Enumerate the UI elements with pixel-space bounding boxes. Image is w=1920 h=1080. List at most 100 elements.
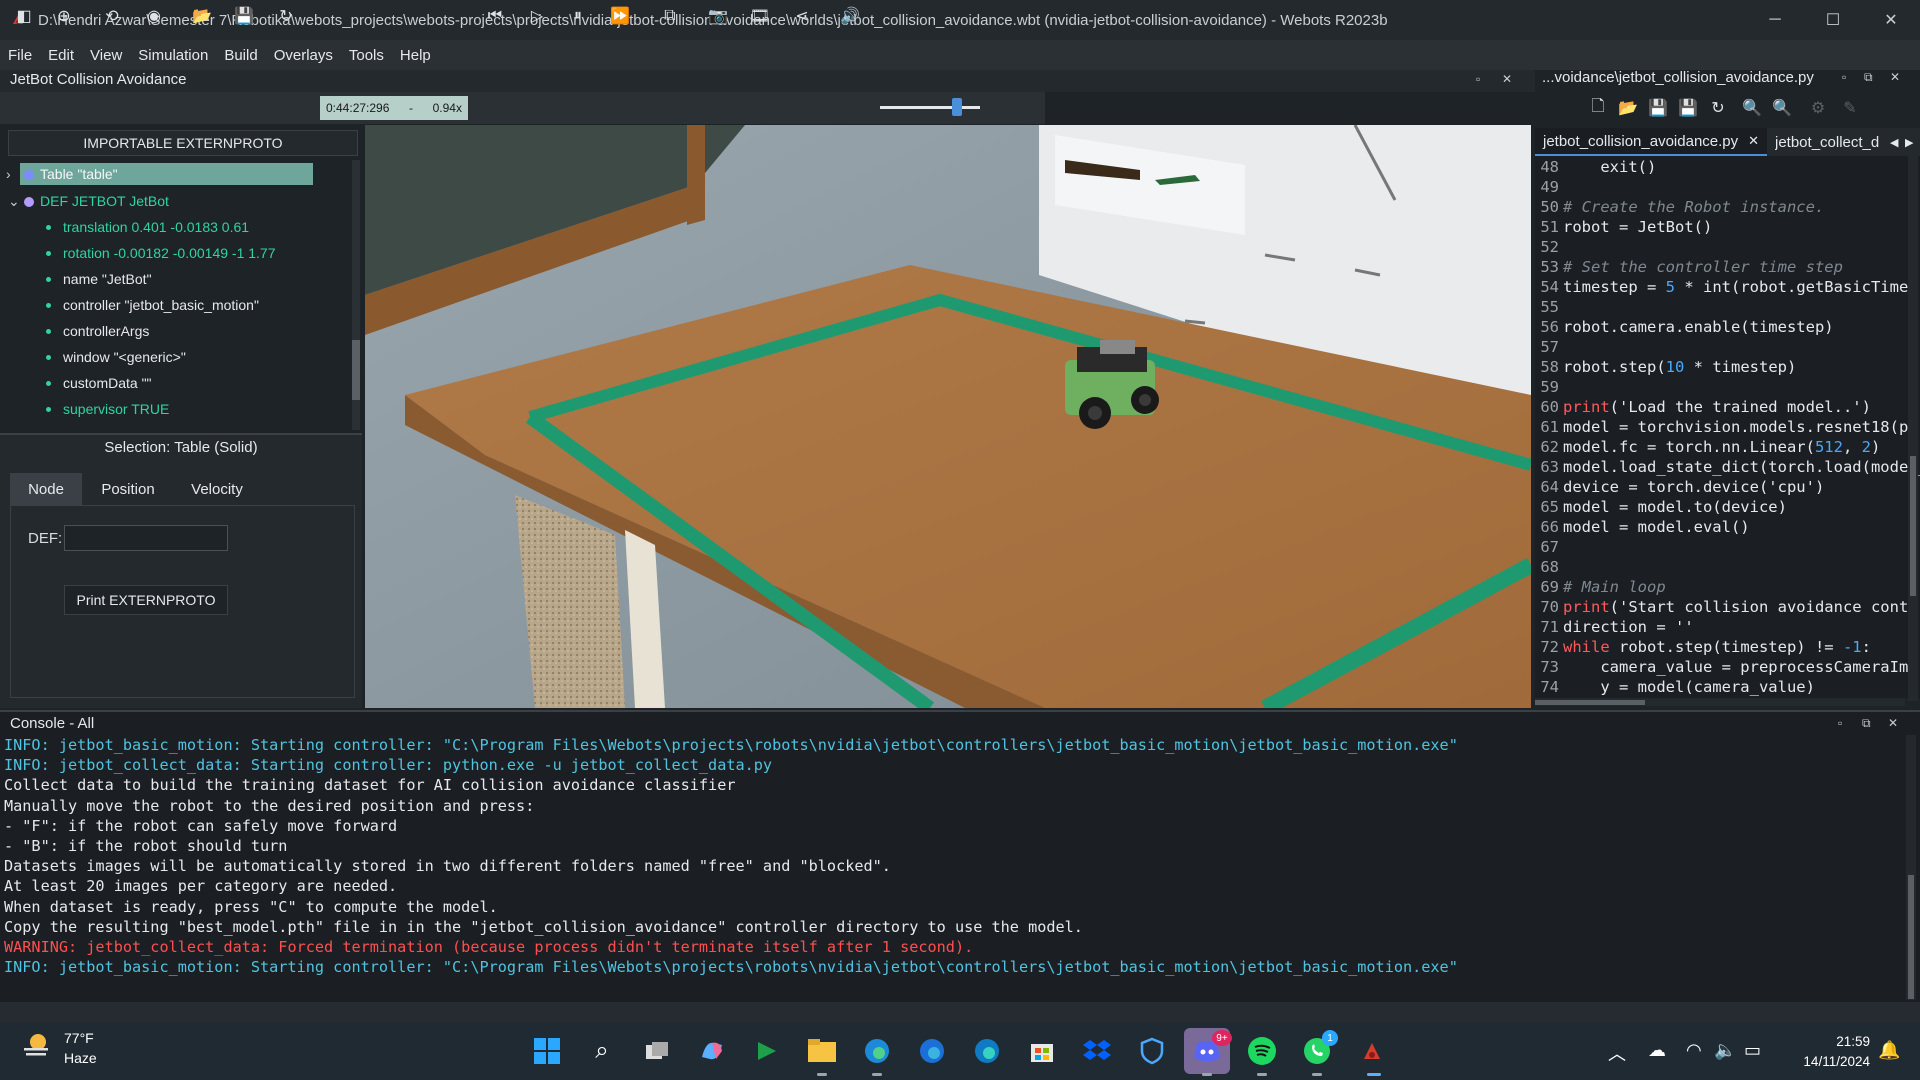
menu-overlays[interactable]: Overlays [266, 47, 341, 64]
code-line[interactable]: 53 # Set the controller time step [1535, 258, 1843, 278]
scrollbar-thumb[interactable] [1908, 875, 1914, 999]
code-line[interactable]: 51 robot = JetBot() [1535, 218, 1712, 238]
menu-help[interactable]: Help [392, 47, 439, 64]
open-world-icon[interactable]: 📂 [190, 4, 214, 28]
code-line[interactable]: 55 [1535, 298, 1563, 318]
record-movie-icon[interactable]: 🎞 [748, 4, 772, 28]
weather-widget[interactable]: 77°F Haze [20, 1030, 97, 1067]
field-custom-data[interactable]: customData "" [46, 372, 152, 394]
editor-close-icon[interactable]: ✕ [1890, 70, 1900, 84]
notification-bell-icon[interactable]: 🔔 [1878, 1040, 1900, 1061]
code-line[interactable]: 62 model.fc = torch.nn.Linear(512, 2) [1535, 438, 1880, 458]
tab-velocity[interactable]: Velocity [172, 473, 262, 505]
code-line[interactable]: 66 model = model.eval() [1535, 518, 1749, 538]
console-close-icon[interactable]: ✕ [1888, 716, 1898, 730]
save-world-icon[interactable]: 💾 [232, 4, 256, 28]
code-line[interactable]: 68 [1535, 558, 1563, 578]
start-button[interactable] [529, 1033, 565, 1069]
replace-icon[interactable]: 🔍 [1770, 96, 1794, 120]
reset-view-icon[interactable]: ⟲ [100, 4, 124, 28]
show-hidden-icons-chevron-icon[interactable]: ︿ [1608, 1040, 1626, 1066]
step-icon[interactable]: ▷ [525, 4, 549, 28]
code-line[interactable]: 72 while robot.step(timestep) != -1: [1535, 638, 1871, 658]
dropbox-icon[interactable] [1079, 1033, 1115, 1069]
task-view-icon[interactable] [639, 1033, 675, 1069]
minimize-button[interactable]: ─ [1746, 0, 1804, 40]
battery-icon[interactable]: ▭ [1744, 1040, 1761, 1061]
add-node-icon[interactable]: ⊕ [52, 4, 76, 28]
scrollbar-thumb[interactable] [1910, 456, 1916, 596]
code-line[interactable]: 54 timestep = 5 * int(robot.getBasicTimeS [1535, 278, 1917, 298]
screenshot-icon[interactable]: 📷 [706, 4, 730, 28]
expand-arrow-icon[interactable]: › [6, 163, 11, 185]
panel-close-icon[interactable]: ✕ [1502, 72, 1512, 86]
open-file-icon[interactable]: 📂 [1616, 96, 1640, 120]
tab-node[interactable]: Node [10, 473, 82, 505]
code-line[interactable]: 73 camera_value = preprocessCameraIma [1535, 658, 1917, 678]
code-line[interactable]: 48 exit() [1535, 158, 1656, 178]
code-line[interactable]: 60 print('Load the trained model..') [1535, 398, 1871, 418]
new-file-icon[interactable]: 🗋 [1586, 96, 1610, 120]
code-line[interactable]: 56 robot.camera.enable(timestep) [1535, 318, 1833, 338]
speaker-icon[interactable]: 🔈 [1714, 1040, 1736, 1061]
scrollbar-thumb[interactable] [352, 340, 360, 400]
code-line[interactable]: 63 model.load_state_dict(torch.load(model… [1535, 458, 1920, 478]
copilot-icon[interactable] [694, 1033, 730, 1069]
tab-scroll-right-icon[interactable]: ▶ [1905, 128, 1917, 156]
code-line[interactable]: 49 [1535, 178, 1563, 198]
code-line[interactable]: 67 [1535, 538, 1563, 558]
search-icon[interactable]: ⌕ [584, 1033, 620, 1069]
menu-tools[interactable]: Tools [341, 47, 392, 64]
tree-item-jetbot[interactable]: ⌄ DEF JETBOT JetBot [8, 190, 169, 212]
reset-simulation-icon[interactable]: ⏮ [483, 4, 507, 28]
menu-simulation[interactable]: Simulation [130, 47, 216, 64]
field-controller-args[interactable]: controllerArgs [46, 320, 149, 342]
pause-icon[interactable]: ⏸ [566, 4, 590, 28]
tab-position[interactable]: Position [86, 473, 170, 505]
clean-icon[interactable]: ✎ [1838, 96, 1862, 120]
revert-icon[interactable]: ↻ [1706, 96, 1730, 120]
tab-jetbot-collision-avoidance[interactable]: jetbot_collision_avoidance.py ✕ [1535, 128, 1767, 156]
code-line[interactable]: 59 [1535, 378, 1563, 398]
code-line[interactable]: 74 y = model(camera_value) [1535, 678, 1815, 698]
close-button[interactable]: ✕ [1862, 0, 1920, 40]
menu-file[interactable]: File [0, 47, 40, 64]
code-line[interactable]: 52 [1535, 238, 1563, 258]
view-eye-icon[interactable]: ◉ [142, 4, 166, 28]
scene-tree-scrollbar[interactable] [352, 160, 360, 430]
wifi-icon[interactable]: ◠ [1686, 1040, 1702, 1061]
field-rotation[interactable]: rotation -0.00182 -0.00149 -1 1.77 [46, 242, 276, 264]
field-window[interactable]: window "<generic>" [46, 346, 186, 368]
microsoft-store-icon[interactable] [1024, 1033, 1060, 1069]
reload-world-icon[interactable]: ↻ [274, 4, 298, 28]
volume-icon[interactable]: 🔊 [838, 4, 862, 28]
console-float-icon[interactable]: ⧉ [1862, 716, 1871, 731]
fast-forward-icon[interactable]: ⏩ [608, 4, 632, 28]
importable-externproto-button[interactable]: IMPORTABLE EXTERNPROTO [8, 130, 358, 156]
tree-item-table[interactable]: › Table "table" [6, 163, 313, 185]
field-name[interactable]: name "JetBot" [46, 268, 152, 290]
3d-viewport[interactable] [365, 125, 1531, 708]
volume-slider-thumb[interactable] [952, 98, 962, 116]
code-line[interactable]: 58 robot.step(10 * timestep) [1535, 358, 1796, 378]
code-line[interactable]: 70 print('Start collision avoidance contr [1535, 598, 1917, 618]
code-line[interactable]: 64 device = torch.device('cpu') [1535, 478, 1824, 498]
code-scrollbar[interactable] [1908, 156, 1918, 701]
edge-beta-icon[interactable] [914, 1033, 950, 1069]
share-icon[interactable]: ⋖ [790, 4, 814, 28]
maximize-button[interactable]: ☐ [1804, 0, 1862, 40]
save-all-icon[interactable]: 💾 [1676, 96, 1700, 120]
arrow-app-icon[interactable] [749, 1033, 785, 1069]
undock-icon[interactable]: ▫ [1476, 72, 1480, 86]
collapse-arrow-icon[interactable]: ⌄ [8, 190, 20, 212]
code-line[interactable]: 61 model = torchvision.models.resnet18(pr [1535, 418, 1917, 438]
find-icon[interactable]: 🔍 [1740, 96, 1764, 120]
code-horizontal-scrollbar[interactable] [1535, 698, 1905, 706]
scrollbar-thumb[interactable] [1535, 700, 1645, 705]
webots-taskbar-icon[interactable] [1354, 1033, 1390, 1069]
code-line[interactable]: 65 model = model.to(device) [1535, 498, 1787, 518]
code-editor[interactable]: 48 exit() 49 50 # Create the Robot instance… [1535, 156, 1920, 698]
code-line[interactable]: 50 # Create the Robot instance. [1535, 198, 1824, 218]
console-scrollbar[interactable] [1906, 735, 1916, 1000]
tab-scroll-left-icon[interactable]: ◀ [1890, 128, 1902, 156]
